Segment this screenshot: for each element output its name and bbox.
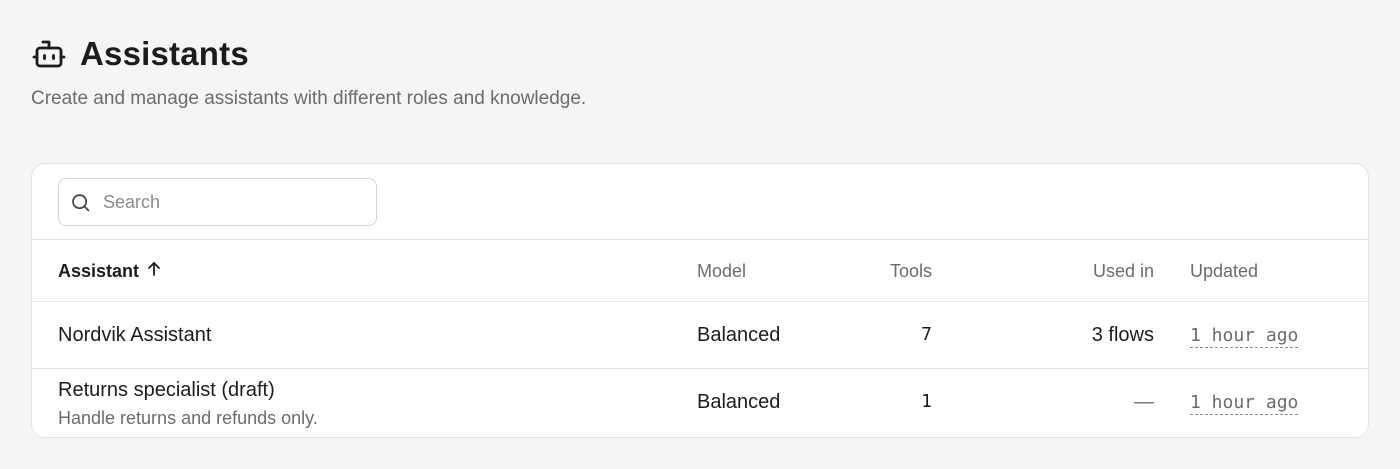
assistants-page: Assistants Create and manage assistants … [0,0,1400,469]
robot-icon [31,36,67,72]
column-header-assistant[interactable]: Assistant [58,261,161,282]
column-header-updated[interactable]: Updated [1190,261,1258,282]
assistant-used-in: 3 flows [1091,324,1154,346]
assistant-updated: 1 hour ago [1190,325,1299,348]
table-row[interactable]: Nordvik Assistant Balanced 7 3 flows 1 h… [32,302,1368,369]
assistant-model: Balanced [697,391,781,413]
search-box[interactable] [58,178,377,226]
assistant-tools-count: 1 [921,391,932,412]
column-header-model[interactable]: Model [697,261,746,282]
arrow-up-icon [147,261,161,282]
table-header-row: Assistant Model Tools Used in Updated [32,239,1368,302]
assistants-card: Assistant Model Tools Used in Updated No… [31,163,1369,438]
page-header: Assistants Create and manage assistants … [31,34,586,109]
assistant-used-in: — [1134,391,1154,413]
column-header-assistant-label: Assistant [58,261,140,281]
table-row[interactable]: Returns specialist (draft) Handle return… [32,369,1368,436]
assistant-tools-count: 7 [921,324,932,345]
title-row: Assistants [31,34,249,74]
assistant-name[interactable]: Nordvik Assistant [58,324,211,347]
assistant-model: Balanced [697,324,781,346]
search-icon [70,191,92,213]
assistant-updated: 1 hour ago [1190,392,1299,415]
assistants-table: Assistant Model Tools Used in Updated No… [32,239,1368,436]
column-header-tools[interactable]: Tools [890,261,932,282]
page-title: Assistants [80,35,249,72]
assistant-name[interactable]: Returns specialist (draft) [58,379,275,402]
assistant-description: Handle returns and refunds only. [58,408,318,428]
column-header-used-in[interactable]: Used in [1093,261,1154,282]
search-input[interactable] [103,191,363,213]
page-subtitle: Create and manage assistants with differ… [31,88,587,109]
